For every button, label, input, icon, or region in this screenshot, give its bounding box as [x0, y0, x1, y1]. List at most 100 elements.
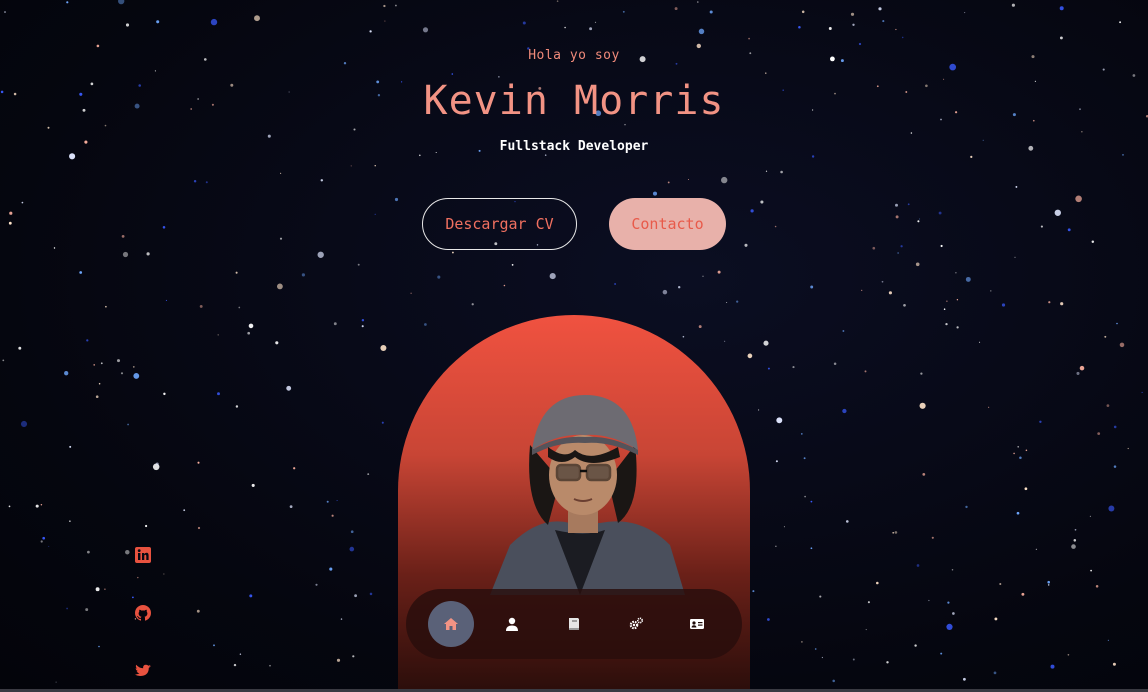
star	[962, 677, 966, 681]
star	[40, 504, 43, 506]
linkedin-icon[interactable]	[133, 545, 153, 565]
star	[1106, 404, 1110, 407]
star	[947, 601, 950, 604]
star	[18, 346, 22, 350]
star	[125, 549, 130, 555]
star	[1011, 3, 1015, 7]
star	[331, 514, 334, 517]
nav-about[interactable]	[489, 601, 535, 647]
star	[1141, 391, 1143, 393]
star	[248, 323, 254, 329]
star	[35, 504, 39, 508]
star	[301, 273, 305, 277]
star	[852, 23, 855, 26]
star	[919, 402, 926, 409]
star	[748, 37, 750, 40]
star	[1050, 664, 1055, 669]
contact-button[interactable]: Contacto	[609, 198, 726, 250]
github-icon[interactable]	[133, 603, 153, 623]
star	[384, 20, 386, 22]
star	[775, 460, 778, 463]
star	[878, 7, 882, 11]
star	[783, 526, 785, 528]
star	[1119, 21, 1122, 24]
star	[1074, 528, 1077, 531]
nav-home[interactable]	[427, 601, 474, 647]
nav-services[interactable]	[613, 601, 659, 647]
star	[1067, 653, 1070, 656]
star	[213, 644, 215, 647]
star	[165, 299, 167, 301]
star	[333, 322, 337, 326]
star	[1097, 432, 1101, 435]
star	[709, 10, 713, 14]
star	[758, 409, 760, 411]
star	[1116, 322, 1118, 325]
star	[361, 325, 364, 328]
star	[276, 283, 283, 290]
star	[350, 530, 354, 534]
star	[882, 20, 885, 23]
star	[800, 433, 803, 435]
star	[1119, 342, 1125, 348]
star	[767, 618, 770, 621]
star	[317, 251, 324, 258]
star	[952, 612, 955, 615]
role-subtitle: Fullstack Developer	[499, 139, 649, 154]
star	[920, 372, 923, 375]
star	[267, 134, 271, 138]
star	[437, 275, 441, 279]
star	[1035, 548, 1038, 550]
star	[4, 11, 6, 13]
star	[353, 128, 356, 131]
star	[369, 30, 372, 33]
star	[133, 372, 140, 379]
star	[8, 505, 11, 508]
star	[42, 536, 46, 540]
star	[956, 326, 959, 329]
star	[95, 395, 99, 399]
star	[1132, 74, 1136, 77]
star	[1107, 639, 1110, 642]
star	[154, 70, 156, 72]
star	[239, 653, 242, 655]
star	[2, 359, 5, 362]
star	[96, 44, 100, 48]
star	[1019, 456, 1022, 459]
star	[993, 671, 997, 675]
star	[98, 382, 101, 385]
star	[1108, 505, 1115, 512]
star	[163, 392, 166, 396]
star	[1016, 511, 1020, 515]
star	[326, 500, 329, 503]
download-cv-button[interactable]: Descargar CV	[422, 198, 577, 250]
star	[931, 536, 934, 539]
star	[687, 178, 690, 181]
star	[549, 273, 556, 280]
twitter-icon[interactable]	[133, 661, 153, 681]
star	[340, 618, 343, 620]
star	[199, 304, 203, 308]
star	[988, 406, 990, 408]
nav-experience[interactable]	[551, 601, 597, 647]
star	[69, 445, 72, 448]
star	[858, 42, 862, 46]
star	[217, 334, 219, 336]
star	[235, 405, 239, 408]
star	[69, 520, 71, 522]
star	[293, 467, 296, 470]
star	[801, 10, 805, 14]
star	[624, 123, 626, 126]
star	[336, 658, 341, 662]
star	[1122, 154, 1124, 156]
star	[197, 526, 201, 530]
star	[678, 286, 681, 289]
star	[1081, 131, 1083, 133]
star	[424, 323, 427, 326]
nav-contact[interactable]	[674, 601, 720, 647]
home-icon	[443, 618, 458, 630]
star	[383, 4, 386, 8]
profile-photo	[490, 395, 685, 595]
star	[380, 344, 387, 352]
star	[451, 251, 454, 254]
